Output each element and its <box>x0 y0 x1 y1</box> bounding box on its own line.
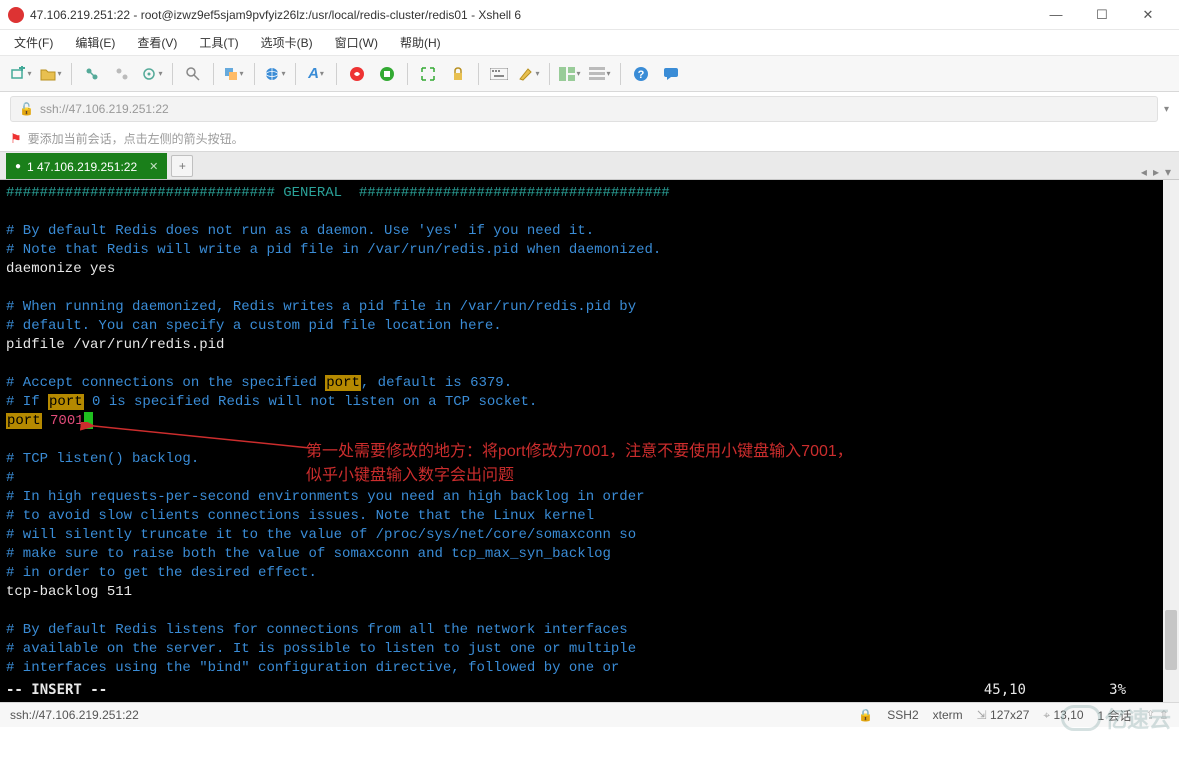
toolbar-separator <box>172 63 173 85</box>
layout-button[interactable] <box>557 61 583 87</box>
address-bar: 🔓 ssh://47.106.219.251:22 ▾ <box>0 92 1179 126</box>
terminal-content: ################################ GENERAL… <box>0 180 1179 682</box>
annotation-text: 第一处需要修改的地方：将port修改为7001，注意不要使用小键盘输入7001，… <box>306 440 956 488</box>
minimize-button[interactable]: — <box>1033 0 1079 30</box>
toolbar-separator <box>478 63 479 85</box>
flag-icon: ⚑ <box>10 131 22 147</box>
toolbar-separator <box>71 63 72 85</box>
copy-button[interactable] <box>221 61 247 87</box>
fullscreen-button[interactable] <box>415 61 441 87</box>
status-caps: ⇪ ⇭ <box>1146 708 1169 722</box>
script-stop-button[interactable] <box>374 61 400 87</box>
menu-view[interactable]: 查看(V) <box>137 34 177 51</box>
title-bar: 47.106.219.251:22 - root@izwz9ef5sjam9pv… <box>0 0 1179 30</box>
toolbar-separator <box>254 63 255 85</box>
toolbar-separator <box>295 63 296 85</box>
script-run-button[interactable] <box>344 61 370 87</box>
status-sessions: 1 会话 <box>1098 707 1132 724</box>
toolbar-separator <box>336 63 337 85</box>
svg-text:?: ? <box>638 69 645 81</box>
menu-file[interactable]: 文件(F) <box>14 34 53 51</box>
toolbar: A ? <box>0 56 1179 92</box>
disconnect-button[interactable] <box>109 61 135 87</box>
tab-menu-icon[interactable]: ▾ <box>1165 165 1171 179</box>
reconnect-button[interactable] <box>79 61 105 87</box>
menu-tab[interactable]: 选项卡(B) <box>261 34 313 51</box>
font-button[interactable]: A <box>303 61 329 87</box>
globe-button[interactable] <box>262 61 288 87</box>
help-button[interactable]: ? <box>628 61 654 87</box>
properties-button[interactable] <box>139 61 165 87</box>
session-tab[interactable]: ● 1 47.106.219.251:22 ✕ <box>6 153 167 179</box>
address-dropdown-icon[interactable]: ▾ <box>1164 104 1169 115</box>
view-button[interactable] <box>587 61 613 87</box>
tab-close-icon[interactable]: ✕ <box>149 160 158 173</box>
chat-button[interactable] <box>658 61 684 87</box>
status-cursor: 13,10 <box>1054 708 1084 722</box>
window-controls: — ☐ ✕ <box>1033 0 1171 30</box>
menu-bar: 文件(F) 编辑(E) 查看(V) 工具(T) 选项卡(B) 窗口(W) 帮助(… <box>0 30 1179 56</box>
terminal[interactable]: ################################ GENERAL… <box>0 180 1179 702</box>
window-title: 47.106.219.251:22 - root@izwz9ef5sjam9pv… <box>30 8 521 22</box>
status-size: 127x27 <box>990 708 1029 722</box>
vim-mode: -- INSERT -- <box>6 682 107 698</box>
tab-next-icon[interactable]: ▸ <box>1153 165 1159 179</box>
status-address: ssh://47.106.219.251:22 <box>10 708 139 722</box>
toolbar-separator <box>620 63 621 85</box>
maximize-button[interactable]: ☐ <box>1079 0 1125 30</box>
menu-edit[interactable]: 编辑(E) <box>75 34 115 51</box>
new-session-button[interactable] <box>8 61 34 87</box>
toolbar-separator <box>549 63 550 85</box>
menu-help[interactable]: 帮助(H) <box>400 34 441 51</box>
close-button[interactable]: ✕ <box>1125 0 1171 30</box>
lock-button[interactable] <box>445 61 471 87</box>
cursor <box>84 412 93 429</box>
toolbar-separator <box>213 63 214 85</box>
address-url: ssh://47.106.219.251:22 <box>40 102 169 116</box>
scrollbar-thumb[interactable] <box>1165 610 1177 670</box>
terminal-scrollbar[interactable] <box>1163 180 1179 702</box>
status-termtype: xterm <box>933 708 963 722</box>
tab-status-icon: ● <box>15 161 21 172</box>
tab-bar: ● 1 47.106.219.251:22 ✕ + ◂ ▸ ▾ <box>0 152 1179 180</box>
hint-text: 要添加当前会话，点击左侧的箭头按钮。 <box>28 130 244 147</box>
status-lock-icon: 🔒 <box>858 708 873 722</box>
hint-bar: ⚑ 要添加当前会话，点击左侧的箭头按钮。 <box>0 126 1179 152</box>
lock-icon: 🔓 <box>19 102 34 116</box>
find-button[interactable] <box>180 61 206 87</box>
vim-position: 45,10 <box>984 682 1026 698</box>
status-protocol: SSH2 <box>887 708 918 722</box>
keyboard-button[interactable] <box>486 61 512 87</box>
vim-percent: 3% <box>1109 682 1126 698</box>
open-button[interactable] <box>38 61 64 87</box>
vim-status-line: -- INSERT -- 45,10 3% <box>6 682 1146 698</box>
new-tab-button[interactable]: + <box>171 155 193 177</box>
tab-label: 1 47.106.219.251:22 <box>27 160 137 174</box>
address-input[interactable]: 🔓 ssh://47.106.219.251:22 <box>10 96 1158 122</box>
status-bar: ssh://47.106.219.251:22 🔒 SSH2 xterm ⇲ 1… <box>0 702 1179 727</box>
menu-tools[interactable]: 工具(T) <box>199 34 238 51</box>
highlight-button[interactable] <box>516 61 542 87</box>
menu-window[interactable]: 窗口(W) <box>335 34 378 51</box>
tab-prev-icon[interactable]: ◂ <box>1141 165 1147 179</box>
app-icon <box>8 7 24 23</box>
toolbar-separator <box>407 63 408 85</box>
